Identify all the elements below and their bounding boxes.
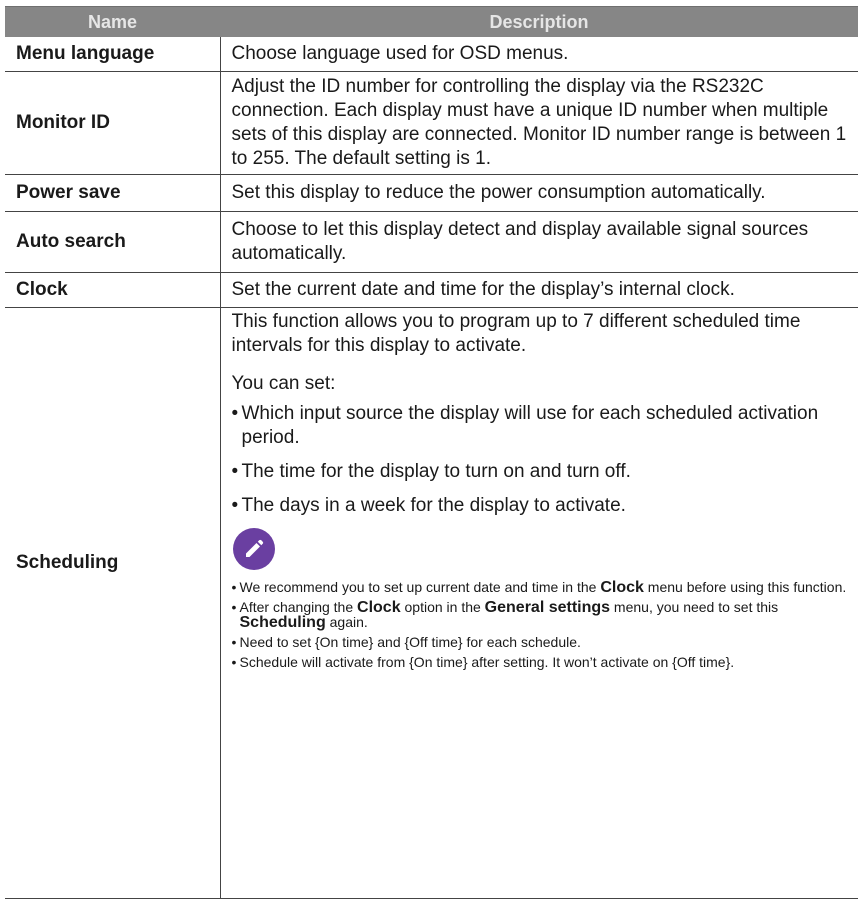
- scheduling-intro: This function allows you to program up t…: [231, 311, 801, 356]
- note-text: After changing the Clock option in the G…: [239, 599, 853, 631]
- setting-name: Power save: [5, 174, 221, 212]
- note-item: • After changing the Clock option in the…: [231, 599, 853, 631]
- note-text-segment: menu before using this function.: [643, 579, 847, 595]
- setting-description: Choose to let this display detect and di…: [220, 211, 858, 273]
- column-header-description: Description: [220, 6, 858, 37]
- setting-description: This function allows you to program up t…: [220, 307, 858, 899]
- list-item-text: The days in a week for the display to ac…: [241, 495, 626, 516]
- pencil-glyph: [245, 539, 263, 557]
- note-text: Need to set {On time} and {Off time} for…: [239, 634, 581, 650]
- note-text: Schedule will activate from {On time} af…: [239, 654, 735, 670]
- setting-description: Set this display to reduce the power con…: [220, 174, 858, 212]
- setting-name: Scheduling: [5, 307, 221, 899]
- setting-description: Adjust the ID number for controlling the…: [220, 71, 858, 175]
- bullet-marker: •: [231, 461, 239, 482]
- list-item-text: The time for the display to turn on and …: [241, 461, 631, 482]
- note-text-segment: After changing the: [239, 599, 358, 615]
- bullet-marker: •: [231, 599, 237, 615]
- note-item: • Schedule will activate from {On time} …: [232, 655, 853, 670]
- table-header-row: Name Description: [5, 6, 858, 37]
- table-row: Menu language Choose language used for O…: [5, 37, 858, 72]
- setting-name: Menu language: [5, 37, 221, 72]
- scheduling-description-box: This function allows you to program up t…: [232, 308, 853, 898]
- setting-name: Auto search: [5, 211, 221, 273]
- setting-description: Choose language used for OSD menus.: [220, 37, 858, 72]
- table-row: Clock Set the current date and time for …: [5, 272, 858, 308]
- bullet-marker: •: [231, 579, 237, 595]
- bullet-marker: •: [231, 654, 237, 670]
- note-text-segment: again.: [325, 614, 368, 630]
- bullet-marker: •: [231, 403, 239, 424]
- bullet-marker: •: [231, 634, 237, 650]
- table-row: Power save Set this display to reduce th…: [5, 174, 858, 212]
- list-item: • The time for the display to turn on an…: [232, 460, 853, 484]
- list-item: • Which input source the display will us…: [232, 402, 853, 450]
- column-header-name: Name: [5, 6, 220, 37]
- note-bold-term: General settings: [484, 599, 611, 616]
- bullet-marker: •: [231, 495, 239, 516]
- list-item: • The days in a week for the display to …: [232, 494, 853, 518]
- note-bold-term: Clock: [600, 579, 644, 596]
- list-item-text: Which input source the display will use …: [241, 403, 819, 448]
- settings-table: Name Description Menu language Choose la…: [5, 6, 858, 899]
- setting-description: Set the current date and time for the di…: [220, 272, 858, 308]
- note-item: • We recommend you to set up current dat…: [231, 579, 853, 596]
- you-can-set-label: You can set:: [231, 373, 336, 394]
- note-text-segment: We recommend you to set up current date …: [239, 579, 601, 595]
- pencil-icon: [232, 528, 275, 570]
- setting-name: Clock: [5, 272, 221, 308]
- settings-table-page: Name Description Menu language Choose la…: [0, 0, 864, 899]
- table-row: Monitor ID Adjust the ID number for cont…: [5, 71, 858, 175]
- note-bold-term: Scheduling: [239, 614, 326, 631]
- setting-name: Monitor ID: [5, 71, 221, 175]
- note-text-segment: option in the: [400, 599, 485, 615]
- note-item: • Need to set {On time} and {Off time} f…: [232, 635, 853, 650]
- note-text-segment: menu, you need to set this: [610, 599, 779, 615]
- table-row-scheduling: Scheduling This function allows you to p…: [5, 307, 858, 899]
- table-row: Auto search Choose to let this display d…: [5, 211, 858, 273]
- note-text: We recommend you to set up current date …: [239, 579, 853, 596]
